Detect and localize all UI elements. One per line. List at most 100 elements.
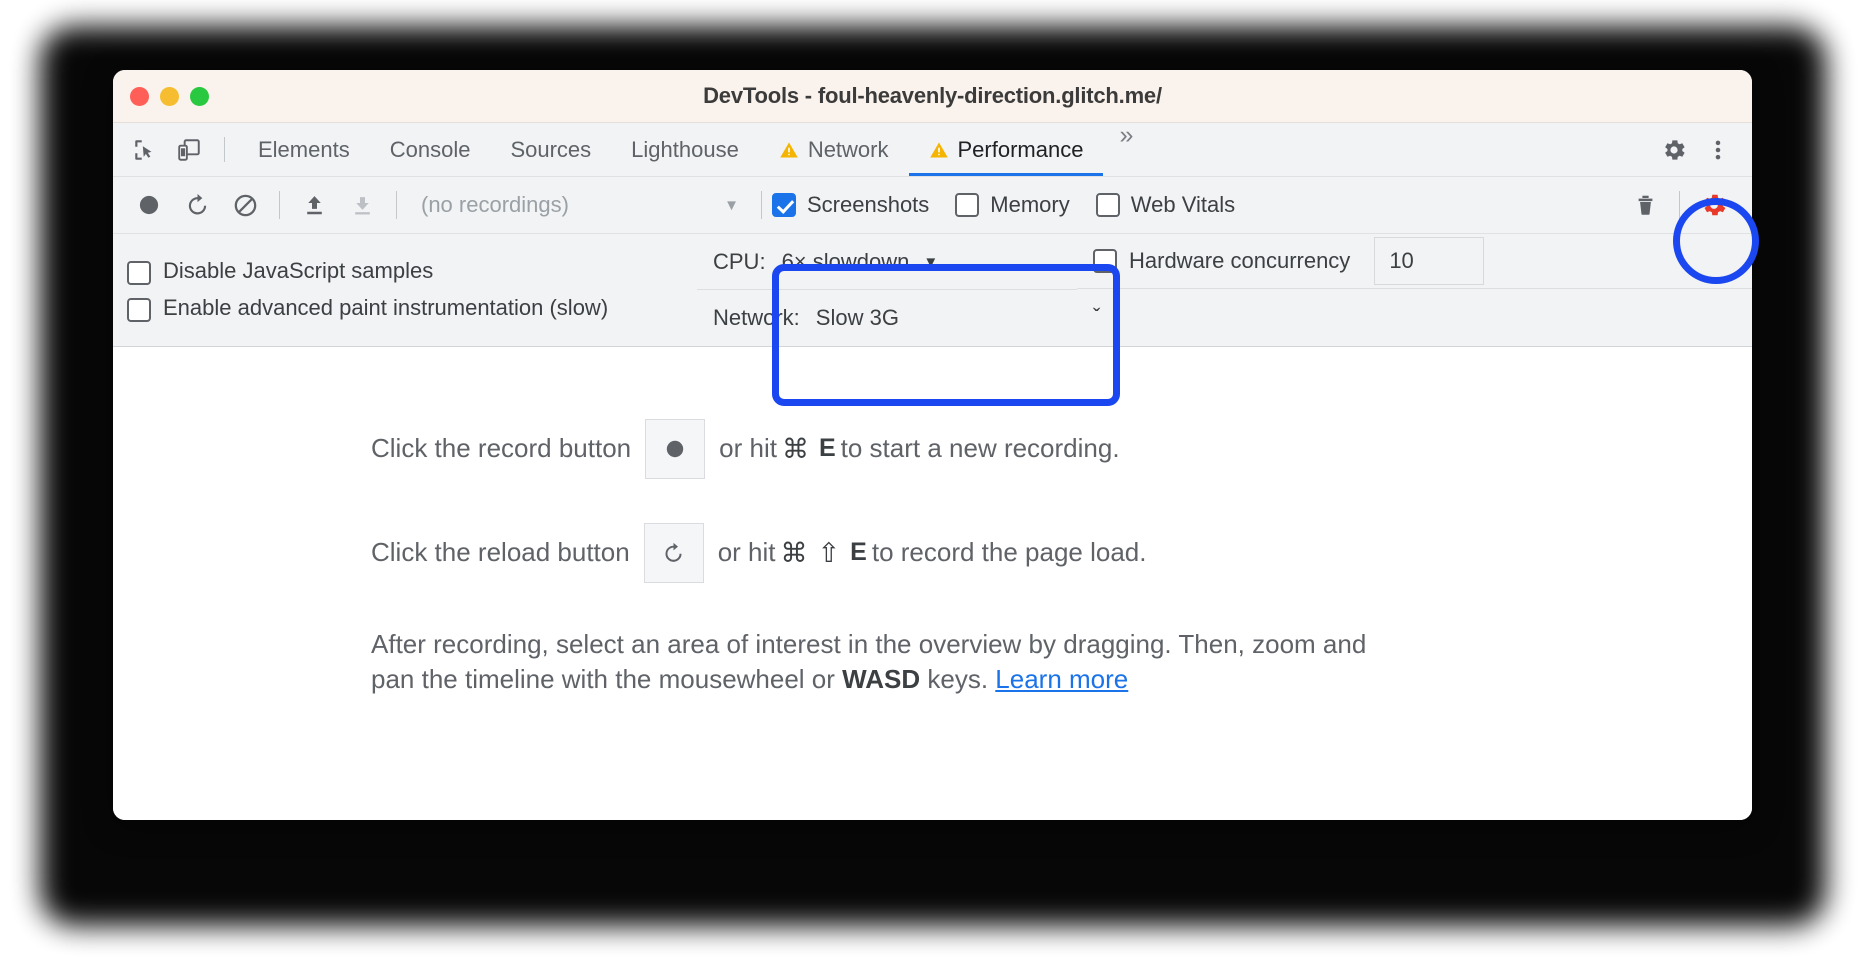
tab-bar-divider — [224, 137, 225, 162]
tab-network[interactable]: Network — [759, 123, 909, 176]
three-dots-vertical-icon — [1715, 140, 1721, 159]
screenshot-root: DevTools - foul-heavenly-direction.glitc… — [0, 0, 1866, 970]
disable-js-samples-checkbox-box — [127, 261, 151, 285]
capture-settings-gear-icon — [1704, 194, 1726, 216]
traffic-lights — [130, 87, 209, 106]
save-profile-button[interactable] — [338, 177, 386, 233]
tab-lighthouse[interactable]: Lighthouse — [611, 123, 759, 176]
overview-paragraph-part2: keys. — [920, 664, 996, 695]
advanced-paint-instrumentation-checkbox[interactable]: Enable advanced paint instrumentation (s… — [127, 295, 697, 322]
toolbar-divider-2 — [396, 191, 397, 219]
tab-elements-label: Elements — [258, 136, 350, 162]
clear-recording-button[interactable] — [221, 177, 269, 233]
load-profile-upload-icon — [306, 195, 322, 214]
toolbar-divider-1 — [279, 191, 280, 219]
more-tabs-button[interactable]: » — [1103, 123, 1149, 176]
record-circle-icon — [666, 440, 684, 458]
disable-js-samples-checkbox[interactable]: Disable JavaScript samples — [127, 258, 697, 285]
recordings-dropdown[interactable]: (no recordings) ▼ — [407, 192, 751, 218]
throttling-controls: CPU: 6× slowdown ▼ Network: Slow 3G — [697, 234, 1077, 346]
record-button[interactable] — [125, 177, 173, 233]
inspect-element-button[interactable] — [123, 123, 167, 176]
network-throttling-row[interactable]: Network: Slow 3G — [697, 290, 1077, 345]
reload-instruction-mid: or hit — [717, 537, 776, 568]
key-e-label: E — [818, 434, 836, 463]
key-e-label: E — [850, 538, 867, 567]
hardware-concurrency-checkbox-box[interactable] — [1093, 249, 1117, 273]
toolbar-divider-3 — [761, 191, 762, 219]
record-circle-icon — [139, 195, 159, 215]
reload-instruction-post: to record the page load. — [871, 537, 1147, 568]
memory-checkbox-box — [955, 193, 980, 217]
key-command-icon: ⌘ — [780, 537, 808, 568]
memory-checkbox-label: Memory — [990, 192, 1070, 217]
warning-triangle-icon — [929, 142, 948, 157]
reload-instruction-line: Click the reload button or hit ⌘ ⇧ E to … — [371, 523, 1752, 583]
inline-record-button[interactable] — [645, 419, 706, 479]
learn-more-link[interactable]: Learn more — [995, 664, 1128, 694]
network-throttling-value: Slow 3G — [815, 304, 899, 330]
toolbar-divider-4 — [1679, 191, 1680, 219]
tab-lighthouse-label: Lighthouse — [631, 136, 739, 162]
devtools-settings-button[interactable] — [1652, 136, 1696, 164]
key-shift-icon: ⇧ — [817, 537, 841, 568]
web-vitals-checkbox[interactable]: Web Vitals — [1095, 192, 1235, 218]
advanced-paint-checkbox-box — [127, 298, 151, 322]
device-toolbar-button[interactable] — [167, 123, 211, 176]
network-throttling-caret-slot: ˇ — [1093, 304, 1101, 329]
delete-recording-button[interactable] — [1621, 177, 1669, 233]
tab-performance[interactable]: Performance — [908, 123, 1104, 176]
gear-icon — [1665, 139, 1685, 160]
advanced-paint-label: Enable advanced paint instrumentation (s… — [163, 295, 609, 320]
delete-trash-icon — [1638, 195, 1652, 215]
web-vitals-checkbox-box — [1095, 193, 1120, 217]
chevron-down-icon: ▼ — [724, 196, 739, 214]
recordings-dropdown-value: (no recordings) — [421, 192, 569, 217]
window-title: DevTools - foul-heavenly-direction.glitc… — [703, 83, 1162, 108]
overview-instruction-paragraph: After recording, select an area of inter… — [371, 627, 1371, 697]
performance-toolbar-right — [1621, 177, 1752, 233]
performance-landing-page: Click the record button or hit ⌘ E to st… — [113, 347, 1752, 820]
tab-console-label: Console — [389, 136, 471, 162]
devtools-tab-bar: Elements Console Sources Lighthouse Netw… — [113, 123, 1752, 177]
network-throttling-label: Network: — [713, 304, 800, 330]
screenshots-checkbox-box — [772, 193, 796, 217]
hardware-concurrency-label: Hardware concurrency — [1129, 248, 1351, 273]
devtools-window: DevTools - foul-heavenly-direction.glitc… — [113, 70, 1752, 820]
record-instruction-post: to start a new recording. — [840, 433, 1120, 464]
tab-sources-label: Sources — [510, 136, 592, 162]
reload-and-record-button[interactable] — [173, 177, 221, 233]
save-profile-download-icon — [354, 196, 370, 214]
wasd-keys-label: WASD — [842, 664, 921, 695]
landing-content: Click the record button or hit ⌘ E to st… — [113, 419, 1752, 697]
cpu-throttling-row[interactable]: CPU: 6× slowdown ▼ — [697, 235, 1077, 290]
record-instruction-line: Click the record button or hit ⌘ E to st… — [371, 419, 1752, 479]
screenshots-checkbox-label: Screenshots — [807, 192, 930, 217]
title-bar: DevTools - foul-heavenly-direction.glitc… — [113, 70, 1752, 123]
disable-js-samples-label: Disable JavaScript samples — [163, 258, 434, 283]
screenshots-checkbox[interactable]: Screenshots — [772, 192, 929, 218]
tab-elements[interactable]: Elements — [238, 123, 370, 176]
hardware-concurrency-input[interactable]: 10 — [1374, 237, 1485, 285]
reload-record-icon — [665, 542, 682, 562]
reload-record-icon — [188, 193, 206, 214]
tab-bar-right-actions — [1625, 123, 1752, 176]
tab-console[interactable]: Console — [370, 123, 491, 176]
maximize-window-button[interactable] — [190, 87, 209, 106]
devtools-more-options-button[interactable] — [1696, 137, 1740, 163]
tab-sources[interactable]: Sources — [490, 123, 611, 176]
record-instruction-mid: or hit — [719, 433, 777, 464]
key-command-icon: ⌘ — [781, 433, 809, 464]
tab-performance-label: Performance — [957, 136, 1084, 162]
device-toolbar-icon — [178, 138, 200, 161]
performance-toolbar: (no recordings) ▼ Screenshots Memory Web… — [113, 177, 1752, 234]
cpu-throttling-label: CPU: — [713, 249, 766, 274]
capture-settings-button[interactable] — [1690, 177, 1738, 233]
close-window-button[interactable] — [130, 87, 149, 106]
hardware-concurrency-row[interactable]: Hardware concurrency 10 — [1077, 234, 1752, 289]
clear-no-entry-icon — [234, 194, 256, 216]
memory-checkbox[interactable]: Memory — [955, 192, 1070, 218]
minimize-window-button[interactable] — [160, 87, 179, 106]
load-profile-button[interactable] — [290, 177, 338, 233]
inline-reload-button[interactable] — [643, 523, 704, 583]
